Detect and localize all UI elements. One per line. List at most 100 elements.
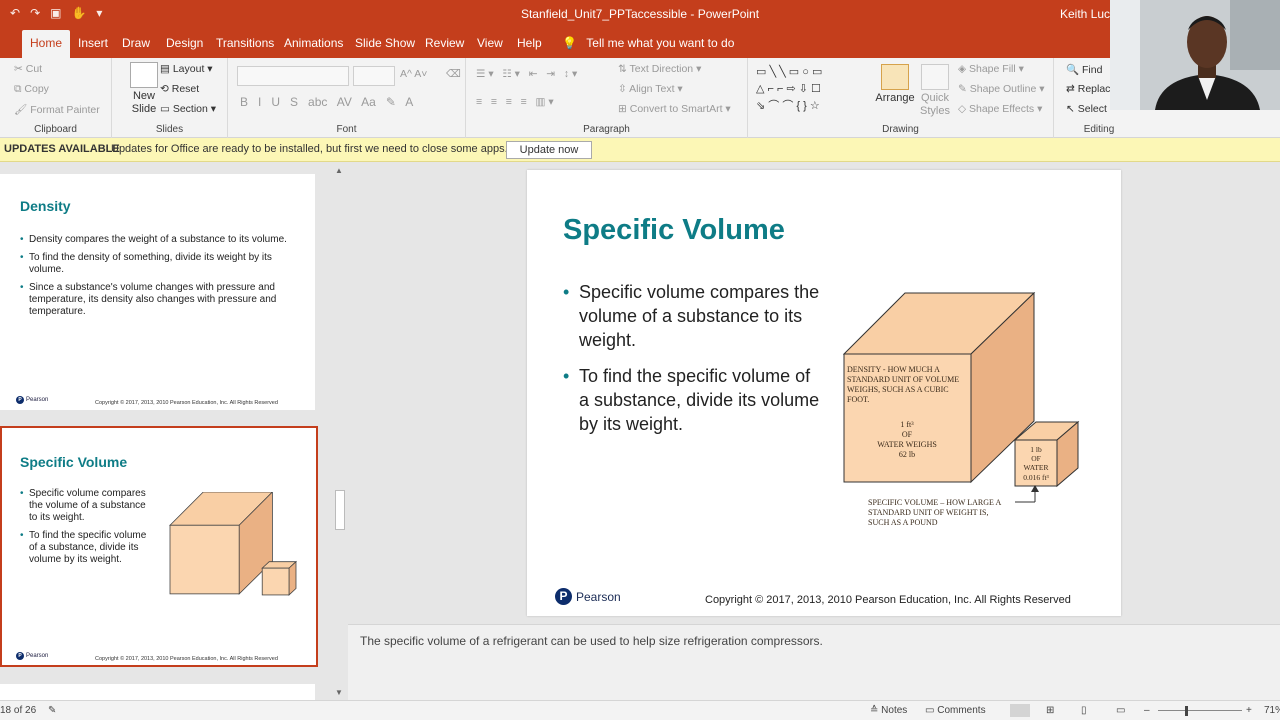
select-button[interactable]: ↖ Select xyxy=(1066,103,1107,115)
zoom-slider[interactable] xyxy=(1158,710,1242,711)
pearson-logo: P Pearson xyxy=(16,652,48,660)
search-icon: 🔍 xyxy=(1066,64,1080,76)
tab-review[interactable]: Review xyxy=(417,30,472,58)
clipboard-label: Clipboard xyxy=(34,124,77,135)
tab-view[interactable]: View xyxy=(469,30,511,58)
list-buttons[interactable]: ☰ ▾ ☷ ▾ ⇤ ⇥ ↕ ▾ xyxy=(476,68,577,80)
notes-text[interactable]: The specific volume of a refrigerant can… xyxy=(360,634,823,648)
caption-line: STANDARD UNIT OF WEIGHT IS, xyxy=(868,508,988,517)
pearson-logo: P Pearson xyxy=(16,396,48,404)
density-cube-figure[interactable]: DENSITY - HOW MUCH A STANDARD UNIT OF VO… xyxy=(843,292,1083,532)
pearson-p-icon: P xyxy=(555,588,572,605)
convert-smartart-button[interactable]: ⊞ Convert to SmartArt ▾ xyxy=(618,103,731,115)
text-direction-button[interactable]: ⇅ Text Direction ▾ xyxy=(618,63,701,75)
paint-bucket-icon: ◈ xyxy=(958,63,967,75)
big-cube-line: FOOT. xyxy=(847,395,869,404)
paragraph-label: Paragraph xyxy=(583,124,630,135)
undo-icon[interactable]: ↶ xyxy=(10,6,20,20)
tab-insert[interactable]: Insert xyxy=(70,30,116,58)
notes-icon: ≙ xyxy=(870,705,879,716)
normal-view-icon[interactable] xyxy=(1010,704,1030,717)
section-icon: ▭ xyxy=(160,103,170,115)
format-painter-button[interactable]: 🖌 Format Painter xyxy=(14,103,100,116)
reading-view-icon[interactable]: ▯ xyxy=(1081,705,1087,716)
scroll-down-icon[interactable]: ▼ xyxy=(335,688,343,697)
scrollbar-thumb[interactable] xyxy=(335,490,345,530)
small-cube-value: 1 lb xyxy=(1030,445,1042,454)
shape-outline-button[interactable]: ✎ Shape Outline ▾ xyxy=(958,83,1045,95)
tab-transitions[interactable]: Transitions xyxy=(208,30,282,58)
caption-line: SPECIFIC VOLUME – HOW LARGE A xyxy=(868,498,1001,507)
scissors-icon: ✂ xyxy=(14,63,23,75)
shapes-gallery[interactable]: ▭ ╲ ╲ ▭ ○ ▭ △ ⌐ ⌐ ⇨ ⇩ ☐ ⇘ ⌒ ⌒ { } ☆ xyxy=(756,64,822,115)
notes-button[interactable]: ≙ Notes xyxy=(870,705,907,716)
slide-counter: 18 of 26 xyxy=(0,705,37,716)
find-button[interactable]: 🔍 Find xyxy=(1066,63,1102,76)
chevron-down-icon[interactable]: ▾ xyxy=(96,6,102,20)
zoom-out-icon[interactable]: – xyxy=(1144,705,1150,716)
slideshow-view-icon[interactable]: ▭ xyxy=(1116,705,1125,716)
thumbnail-density[interactable]: Density Density compares the weight of a… xyxy=(0,174,315,410)
zoom-in-icon[interactable]: + xyxy=(1246,705,1252,716)
tab-draw[interactable]: Draw xyxy=(114,30,158,58)
scroll-up-icon[interactable]: ▲ xyxy=(335,166,343,175)
thumbnail-title: Specific Volume xyxy=(20,454,128,470)
spelling-icon[interactable]: ✎ xyxy=(48,705,56,716)
update-now-button[interactable]: Update now xyxy=(506,141,592,159)
tab-design[interactable]: Design xyxy=(158,30,211,58)
shape-effects-button[interactable]: ◇ Shape Effects ▾ xyxy=(958,103,1042,115)
pearson-logo: P Pearson xyxy=(555,588,621,605)
font-grow-icon[interactable]: A^ A˅ xyxy=(400,68,427,80)
reset-button[interactable]: ⟲ Reset xyxy=(160,83,199,95)
tab-home[interactable]: Home xyxy=(22,30,71,58)
big-cube-value: OF xyxy=(902,430,913,439)
font-name-combo[interactable] xyxy=(237,66,349,86)
slide-canvas[interactable]: Specific Volume Specific volume compares… xyxy=(527,170,1121,616)
slide-title[interactable]: Specific Volume xyxy=(563,214,785,247)
layout-button[interactable]: ▤ Layout ▾ xyxy=(160,63,213,75)
redo-icon[interactable]: ↷ xyxy=(30,6,40,20)
cut-button[interactable]: ✂ Cut xyxy=(14,63,42,75)
copy-button[interactable]: ⧉ Copy xyxy=(14,83,49,96)
slides-group: New Slide ▤ Layout ▾ ⟲ Reset ▭ Section ▾… xyxy=(112,58,228,138)
tab-slide-show[interactable]: Slide Show xyxy=(347,30,423,58)
tab-animations[interactable]: Animations xyxy=(276,30,351,58)
align-buttons[interactable]: ≡ ≡ ≡ ≡ ▥ ▾ xyxy=(476,96,554,108)
lightbulb-icon: 💡 xyxy=(562,36,577,50)
arrange-button[interactable]: Arrange xyxy=(874,64,916,105)
drawing-label: Drawing xyxy=(882,124,919,135)
pearson-p-icon: P xyxy=(16,396,24,404)
thumbnail-pane: Density Density compares the weight of a… xyxy=(0,162,348,700)
replace-button[interactable]: ⇄ Replac xyxy=(1066,83,1110,95)
thumbnail-specific-volume[interactable]: Specific Volume Specific volume compares… xyxy=(0,426,318,667)
comments-button[interactable]: ▭ Comments xyxy=(925,705,986,716)
clear-format-icon[interactable]: ⌫ xyxy=(446,68,461,80)
align-text-button[interactable]: ⇳ Align Text ▾ xyxy=(618,83,683,95)
slides-label: Slides xyxy=(155,124,184,135)
slide-bullets[interactable]: Specific volume compares the volume of a… xyxy=(563,280,823,448)
tell-me-box[interactable]: 💡 Tell me what you want to do xyxy=(562,30,734,58)
thumbnail-next[interactable] xyxy=(0,684,315,700)
quick-styles-button[interactable]: Quick Styles xyxy=(918,64,952,118)
shape-fill-button[interactable]: ◈ Shape Fill ▾ xyxy=(958,63,1024,75)
thumbnail-bullets: Density compares the weight of a substan… xyxy=(20,234,295,324)
notes-pane[interactable]: The specific volume of a refrigerant can… xyxy=(348,624,1280,700)
slide-sorter-icon[interactable]: ⊞ xyxy=(1046,705,1054,716)
update-bar-message: Updates for Office are ready to be insta… xyxy=(111,143,508,155)
font-style-buttons[interactable]: B I U S abc AV Aa ✎ A xyxy=(240,95,413,109)
ribbon-tabs: Home Insert Draw Design Transitions Anim… xyxy=(0,30,1280,58)
big-cube-value: 1 ft³ xyxy=(900,420,914,429)
thumbnail-title: Density xyxy=(20,198,71,214)
zoom-level[interactable]: 71% xyxy=(1264,705,1280,716)
update-bar-title: UPDATES AVAILABLE xyxy=(4,143,120,155)
tab-help[interactable]: Help xyxy=(509,30,550,58)
presentation-icon[interactable]: ▣ xyxy=(50,6,61,20)
tab-file[interactable] xyxy=(0,30,14,58)
list-item: Density compares the weight of a substan… xyxy=(20,234,295,246)
thumbnail-scrollbar[interactable]: ▲ ▼ xyxy=(332,162,348,700)
font-group: A^ A˅ ⌫ B I U S abc AV Aa ✎ A Font xyxy=(228,58,466,138)
touch-mode-icon[interactable]: ✋ xyxy=(71,6,86,20)
font-size-combo[interactable] xyxy=(353,66,395,86)
section-button[interactable]: ▭ Section ▾ xyxy=(160,103,216,115)
zoom-slider-thumb[interactable] xyxy=(1185,706,1188,716)
